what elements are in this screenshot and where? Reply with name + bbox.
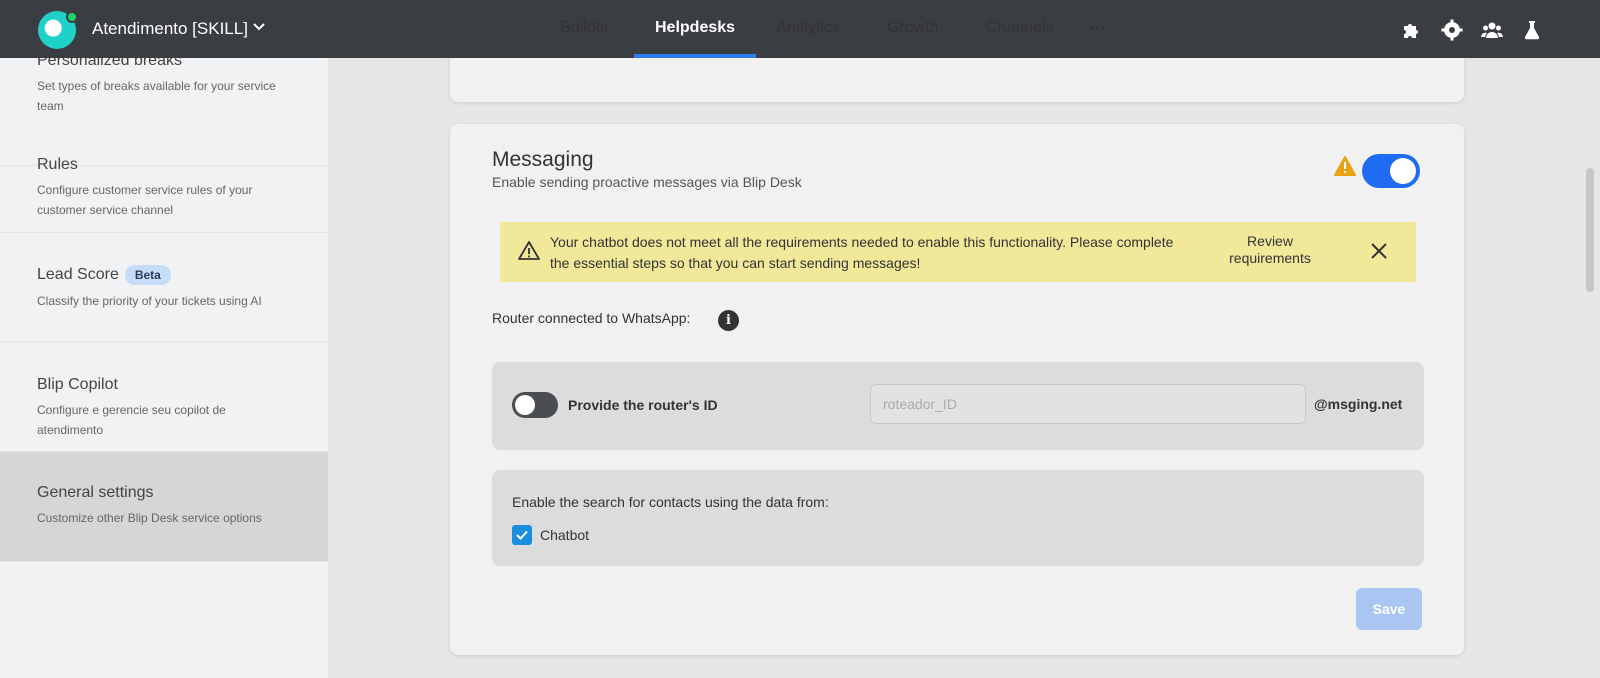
online-status-dot: [66, 11, 78, 23]
top-navigation-bar: Atendimento [SKILL] Builder Helpdesks An…: [0, 0, 1600, 58]
contact-search-label: Enable the search for contacts using the…: [512, 494, 829, 510]
warning-icon: [1334, 156, 1356, 176]
chatbot-checkbox[interactable]: [512, 525, 532, 545]
router-label: Router connected to WhatsApp:: [492, 310, 691, 326]
chatbot-checkbox-label[interactable]: Chatbot: [540, 527, 589, 543]
more-menu-icon[interactable]: •••: [1090, 20, 1107, 35]
save-button[interactable]: Save: [1356, 588, 1422, 630]
sidebar-item-lead-score[interactable]: Lead Score Beta Classify the priority of …: [0, 233, 328, 342]
router-domain-suffix: @msging.net: [1314, 396, 1403, 412]
sidebar-item-blip-copilot[interactable]: Blip Copilot Configure e gerencie seu co…: [0, 342, 328, 452]
close-icon[interactable]: [1370, 242, 1388, 260]
gear-icon[interactable]: [1440, 18, 1464, 42]
contact-search-panel: Enable the search for contacts using the…: [492, 470, 1424, 566]
chevron-down-icon[interactable]: [252, 19, 266, 36]
nav-analytics[interactable]: Analytics: [776, 19, 840, 37]
sidebar-item-rules[interactable]: Rules Configure customer service rules o…: [0, 124, 328, 233]
nav-helpdesks[interactable]: Helpdesks: [655, 19, 735, 37]
nav-builder[interactable]: Builder: [560, 19, 610, 37]
flask-icon[interactable]: [1520, 18, 1544, 42]
nav-growth[interactable]: Growth: [887, 19, 939, 37]
sidebar-item-description: Set types of breaks available for your s…: [37, 79, 276, 113]
messaging-subtitle: Enable sending proactive messages via Bl…: [492, 174, 802, 190]
router-id-panel: Provide the router's ID @msging.net: [492, 362, 1424, 450]
toggle-knob: [515, 395, 535, 415]
sidebar-item-title: Lead Score Beta: [37, 265, 171, 285]
app-selector-title[interactable]: Atendimento [SKILL]: [92, 19, 248, 39]
alert-warning-icon: [518, 240, 540, 262]
requirements-alert: Your chatbot does not meet all the requi…: [500, 222, 1416, 282]
info-icon[interactable]: i: [718, 310, 739, 331]
messaging-title: Messaging: [492, 148, 594, 171]
active-tab-indicator: [634, 54, 756, 58]
nav-channels[interactable]: Channels: [986, 19, 1054, 37]
sidebar-item-description: Customize other Blip Desk service option…: [37, 511, 262, 525]
sidebar-item-general-settings[interactable]: General settings Customize other Blip De…: [0, 452, 328, 562]
scrollbar-thumb[interactable]: [1586, 168, 1594, 292]
sidebar-item-title: Rules: [37, 156, 78, 173]
messaging-card: Messaging Enable sending proactive messa…: [450, 124, 1464, 655]
provide-router-toggle[interactable]: [512, 392, 558, 418]
review-requirements-link[interactable]: Review requirements: [1220, 233, 1320, 267]
messaging-toggle[interactable]: [1362, 154, 1420, 188]
sidebar-item-description: Configure e gerencie seu copilot de aten…: [37, 403, 226, 437]
settings-sidebar: Personalized breaks Set types of breaks …: [0, 52, 328, 678]
users-icon[interactable]: [1480, 18, 1504, 42]
sidebar-item-description: Configure customer service rules of your…: [37, 183, 253, 217]
puzzle-icon[interactable]: [1400, 18, 1424, 42]
sidebar-item-title: General settings: [37, 484, 154, 501]
provide-router-label: Provide the router's ID: [568, 397, 718, 413]
sidebar-item-title: Blip Copilot: [37, 376, 118, 393]
alert-message: Your chatbot does not meet all the requi…: [550, 234, 1174, 271]
router-id-input[interactable]: [870, 384, 1306, 424]
sidebar-item-description: Classify the priority of your tickets us…: [37, 294, 262, 308]
beta-badge: Beta: [124, 265, 171, 285]
toggle-knob: [1390, 158, 1416, 184]
